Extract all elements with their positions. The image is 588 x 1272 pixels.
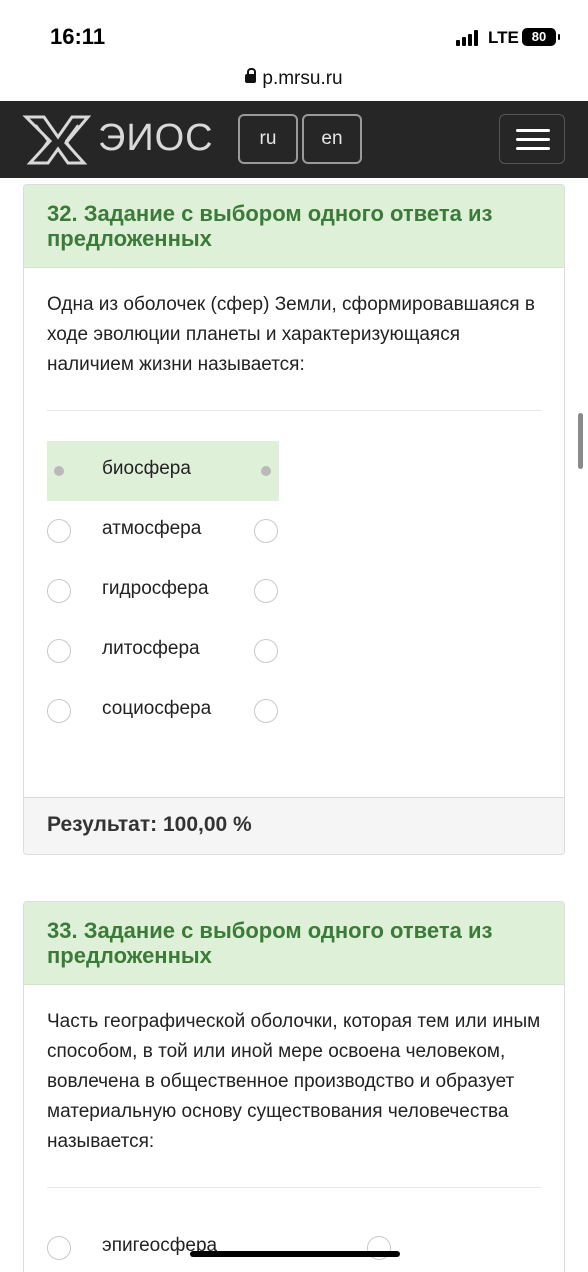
answer-option[interactable]: атмосфера (47, 501, 279, 561)
result-label: Результат: (47, 813, 158, 836)
radio-icon[interactable] (47, 459, 71, 483)
lock-icon (245, 68, 257, 83)
question-card-33: 33. Задание с выбором одного ответа из п… (23, 901, 565, 1272)
answer-option[interactable]: социосфера (47, 681, 279, 741)
menu-button[interactable] (499, 114, 565, 164)
answer-option[interactable]: литосфера (47, 621, 279, 681)
answer-options: биосфера атмосфера гидросфера литосфера (47, 411, 541, 741)
signal-icon (456, 30, 482, 46)
question-text: Одна из оболочек (сфер) Земли, сформиров… (47, 294, 535, 375)
result-value: 100,00 % (162, 813, 252, 836)
question-card-32: 32. Задание с выбором одного ответа из п… (23, 184, 565, 855)
result-bar: Результат: 100,00 % (24, 797, 564, 854)
address-bar[interactable]: p.mrsu.ru (0, 68, 588, 98)
lang-en-button[interactable]: en (302, 114, 362, 164)
radio-icon[interactable] (254, 699, 278, 723)
radio-icon[interactable] (47, 579, 71, 603)
radio-icon[interactable] (47, 1236, 71, 1260)
option-label: гидросфера (102, 578, 209, 599)
lang-ru-button[interactable]: ru (238, 114, 298, 164)
answer-options: эпигеосфера (47, 1188, 541, 1272)
status-bar: 16:11 LTE 80 (0, 0, 588, 70)
option-label: литосфера (102, 638, 200, 659)
question-title: 32. Задание с выбором одного ответа из п… (24, 185, 564, 268)
radio-icon[interactable] (47, 519, 71, 543)
scroll-indicator[interactable] (578, 413, 583, 469)
answer-option[interactable]: гидросфера (47, 561, 279, 621)
url-text: p.mrsu.ru (262, 68, 343, 89)
radio-icon[interactable] (47, 699, 71, 723)
logo-icon[interactable] (22, 111, 92, 167)
option-label: атмосфера (102, 518, 202, 539)
radio-icon[interactable] (47, 639, 71, 663)
hamburger-icon-line (516, 138, 550, 141)
answer-option-selected[interactable]: биосфера (47, 441, 279, 501)
hamburger-icon (516, 129, 550, 132)
hamburger-icon-line (516, 147, 550, 150)
radio-icon[interactable] (254, 459, 278, 483)
home-indicator[interactable] (190, 1251, 400, 1257)
option-label: биосфера (102, 458, 191, 479)
option-label: социосфера (102, 698, 212, 719)
radio-icon[interactable] (254, 639, 278, 663)
radio-icon[interactable] (254, 579, 278, 603)
clock: 16:11 (50, 24, 106, 49)
question-text: Часть географической оболочки, которая т… (47, 1011, 541, 1152)
logo-text: ЭИОС (98, 117, 214, 159)
answer-option[interactable]: эпигеосфера (47, 1218, 392, 1272)
network-type: LTE (488, 28, 519, 47)
battery-icon: 80 (522, 28, 560, 46)
question-title: 33. Задание с выбором одного ответа из п… (24, 902, 564, 985)
radio-icon[interactable] (254, 519, 278, 543)
site-header: ЭИОС ru en (0, 101, 588, 178)
